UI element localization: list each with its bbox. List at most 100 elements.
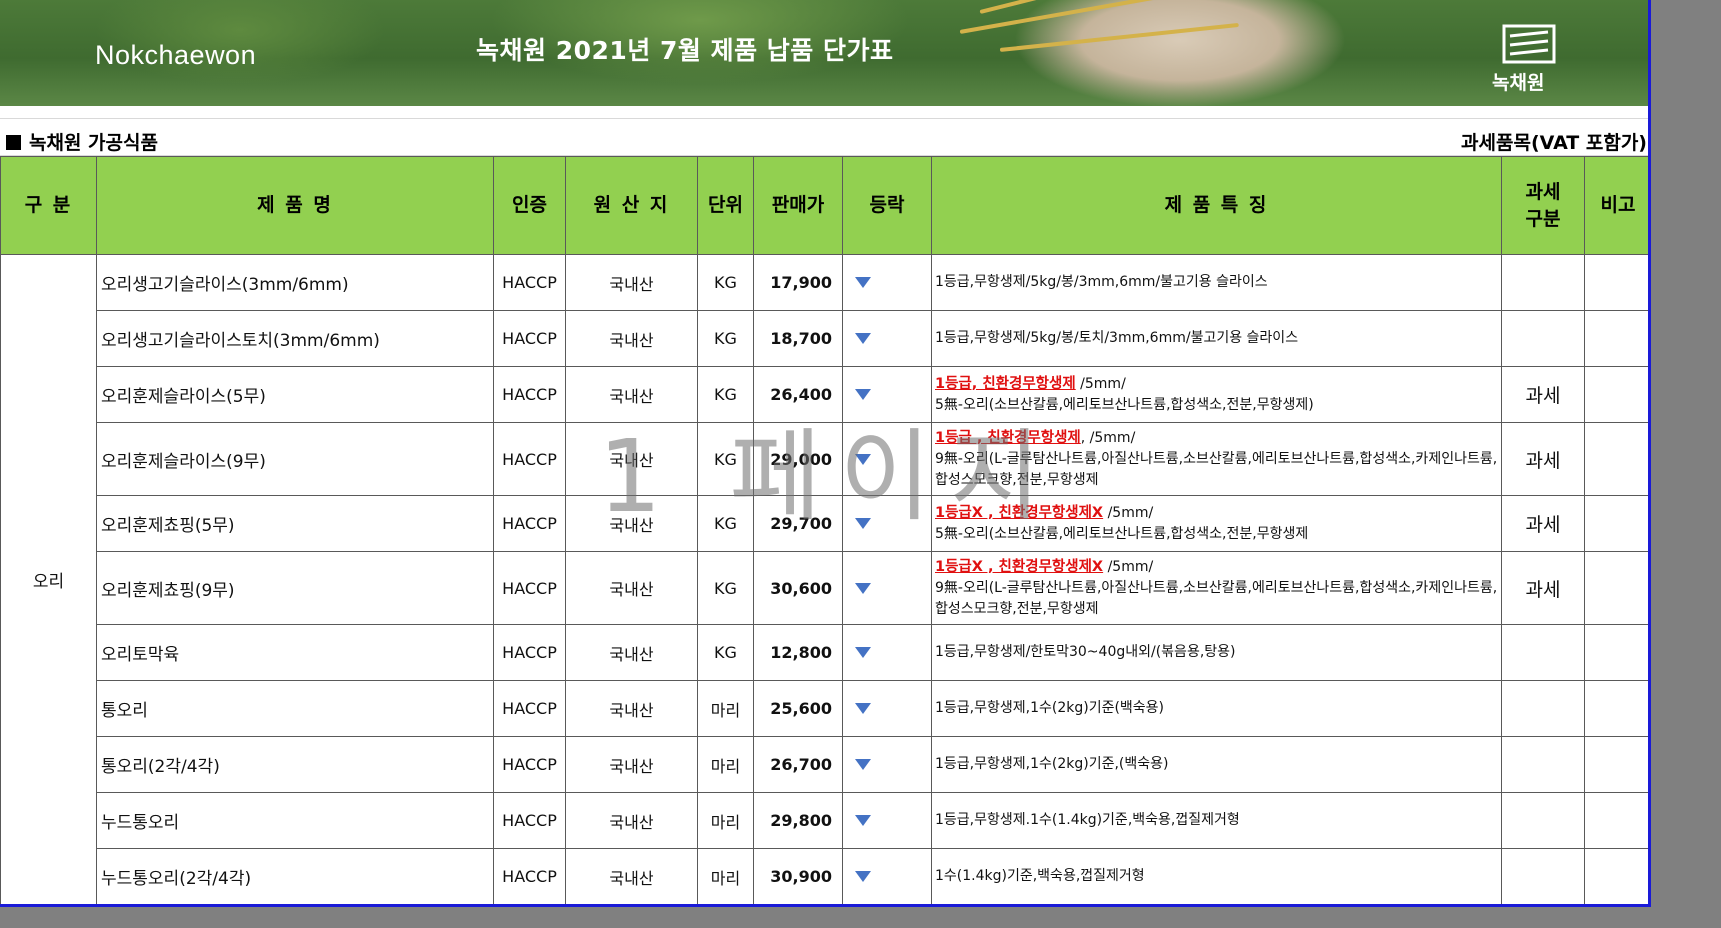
note-cell: [1584, 624, 1648, 681]
feature-text: /5mm/: [1103, 504, 1154, 521]
cert-cell: HACCP: [493, 422, 566, 496]
unit-cell: 마리: [697, 680, 754, 737]
unit-cell: KG: [697, 422, 754, 496]
price-cell: 29,700: [753, 495, 843, 552]
feature-text: 1등급,무항생제.1수(1.4kg)기준,백숙용,껍질제거형: [935, 812, 1240, 828]
feature-text: 1등급,무항생제/5kg/봉/3mm,6mm/불고기용 슬라이스: [935, 274, 1268, 290]
note-cell: [1584, 254, 1648, 311]
tax-cell: [1501, 680, 1585, 737]
table-row: 통오리(2각/4각) HACCP 국내산 마리 26,700 1등급,무항생제,1수(2k…: [1, 736, 1648, 793]
feature-text: 1등급,무항생제,1수(2kg)기준(백숙용): [935, 700, 1165, 716]
cert-cell: HACCP: [493, 680, 566, 737]
product-name-cell: 오리생고기슬라이스(3mm/6mm): [96, 254, 494, 311]
note-cell: [1584, 792, 1648, 849]
product-name-cell: 누드통오리(2각/4각): [96, 848, 494, 904]
product-name-cell: 오리훈제쵸핑(9무): [96, 551, 494, 625]
category-cell: 오리: [0, 254, 97, 904]
features-cell: 1등급,무항생제,1수(2kg)기준(백숙용): [931, 680, 1502, 737]
cert-cell: HACCP: [493, 366, 566, 423]
table-row: 오리생고기슬라이스토치(3mm/6mm) HACCP 국내산 KG 18,700 1등급,…: [1, 310, 1648, 367]
cert-cell: HACCP: [493, 495, 566, 552]
feature-text: /5mm/: [1103, 558, 1154, 575]
price-cell: 30,600: [753, 551, 843, 625]
feature-text: 1등급,무항생제/한토막30~40g내외/(볶음용,탕용): [935, 644, 1236, 660]
column-header-cert: 인증: [493, 156, 566, 255]
price-cell: 18,700: [753, 310, 843, 367]
origin-cell: 국내산: [565, 310, 698, 367]
table-row: 오리 오리생고기슬라이스(3mm/6mm) HACCP 국내산 KG 17,900 1등급,…: [0, 254, 1648, 904]
column-header-unit: 단위: [697, 156, 754, 255]
note-cell: [1584, 310, 1648, 367]
down-triangle-icon: [855, 389, 871, 400]
origin-cell: 국내산: [565, 736, 698, 793]
column-header-origin: 원 산 지: [565, 156, 698, 255]
table-row: 오리토막육 HACCP 국내산 KG 12,800 1등급,무항생제/한토막30~40g내…: [1, 624, 1648, 681]
column-header-features: 제 품 특 징: [931, 156, 1502, 255]
square-bullet-icon: [6, 135, 21, 150]
cert-cell: HACCP: [493, 848, 566, 904]
price-cell: 26,400: [753, 366, 843, 423]
tax-cell: [1501, 736, 1585, 793]
down-triangle-icon: [855, 647, 871, 658]
down-triangle-icon: [855, 871, 871, 882]
price-cell: 29,800: [753, 792, 843, 849]
cert-cell: HACCP: [493, 310, 566, 367]
column-header-trend: 등락: [842, 156, 932, 255]
trend-cell: [842, 495, 932, 552]
page-title: 녹채원 2021년 7월 제품 납품 단가표: [476, 36, 894, 65]
unit-cell: 마리: [697, 736, 754, 793]
wheat-decoration: [999, 22, 1239, 52]
product-name-cell: 오리훈제슬라이스(5무): [96, 366, 494, 423]
feature-detail: 5無-오리(소브산칼륨,에리토브산나트륨,합성색소,전분,무항생제): [935, 396, 1314, 413]
vat-note: 과세품목(VAT 포함가): [1461, 132, 1647, 154]
table-row: 오리훈제쵸핑(9무) HACCP 국내산 KG 30,600 1등급X , 친환경무항생제…: [1, 551, 1648, 625]
note-cell: [1584, 422, 1648, 496]
section-header: 녹채원 가공식품 과세품목(VAT 포함가): [0, 118, 1648, 156]
unit-cell: KG: [697, 254, 754, 311]
origin-cell: 국내산: [565, 495, 698, 552]
origin-cell: 국내산: [565, 422, 698, 496]
section-title: 녹채원 가공식품: [6, 128, 158, 155]
features-cell: 1등급,무항생제/한토막30~40g내외/(볶음용,탕용): [931, 624, 1502, 681]
price-table: 구 분 제 품 명 인증 원 산 지 단위 판매가 등락 제 품 특 징 과세 구…: [0, 156, 1648, 904]
note-cell: [1584, 848, 1648, 904]
features-cell: 1등급 , 친환경무항생제, /5mm/9無-오리(L-글루탐산나트륨,아질산나…: [931, 422, 1502, 496]
tax-cell: 과세: [1501, 495, 1585, 552]
trend-cell: [842, 310, 932, 367]
cert-cell: HACCP: [493, 254, 566, 311]
table-row: 오리훈제슬라이스(5무) HACCP 국내산 KG 26,400 1등급, 친환경무항생제…: [1, 366, 1648, 423]
features-cell: 1수(1.4kg)기준,백숙용,껍질제거형: [931, 848, 1502, 904]
feature-highlight: 1등급, 친환경무항생제: [935, 375, 1076, 392]
features-cell: 1등급, 친환경무항생제 /5mm/5無-오리(소브산칼륨,에리토브산나트륨,합…: [931, 366, 1502, 423]
unit-cell: KG: [697, 551, 754, 625]
unit-cell: KG: [697, 624, 754, 681]
origin-cell: 국내산: [565, 366, 698, 423]
origin-cell: 국내산: [565, 551, 698, 625]
table-row: 오리훈제쵸핑(5무) HACCP 국내산 KG 29,700 1등급X , 친환경무항생제…: [1, 495, 1648, 552]
product-name-cell: 오리토막육: [96, 624, 494, 681]
tax-cell: [1501, 624, 1585, 681]
product-name-cell: 오리훈제슬라이스(9무): [96, 422, 494, 496]
down-triangle-icon: [855, 277, 871, 288]
feature-text: /5mm/: [1075, 375, 1126, 392]
spreadsheet-page: Nokchaewon 녹채원 2021년 7월 제품 납품 단가표 녹채원 녹채…: [0, 0, 1651, 907]
features-cell: 1등급,무항생제,1수(2kg)기준,(백숙용): [931, 736, 1502, 793]
cert-cell: HACCP: [493, 792, 566, 849]
price-cell: 29,000: [753, 422, 843, 496]
origin-cell: 국내산: [565, 624, 698, 681]
tax-cell: [1501, 792, 1585, 849]
price-cell: 26,700: [753, 736, 843, 793]
down-triangle-icon: [855, 453, 871, 465]
price-cell: 25,600: [753, 680, 843, 737]
origin-cell: 국내산: [565, 792, 698, 849]
trend-cell: [842, 680, 932, 737]
table-header-row: 구 분 제 품 명 인증 원 산 지 단위 판매가 등락 제 품 특 징 과세 구…: [0, 156, 1648, 255]
trend-cell: [842, 366, 932, 423]
table-row: 오리훈제슬라이스(9무) HACCP 국내산 KG 29,000 1등급 , 친환경무항생…: [1, 422, 1648, 496]
unit-cell: KG: [697, 495, 754, 552]
feature-text: , /5mm/: [1080, 429, 1136, 446]
features-cell: 1등급,무항생제/5kg/봉/토치/3mm,6mm/불고기용 슬라이스: [931, 310, 1502, 367]
table-row: 누드통오리(2각/4각) HACCP 국내산 마리 30,900 1수(1.4kg)기준,…: [1, 848, 1648, 904]
unit-cell: KG: [697, 366, 754, 423]
trend-cell: [842, 422, 932, 496]
